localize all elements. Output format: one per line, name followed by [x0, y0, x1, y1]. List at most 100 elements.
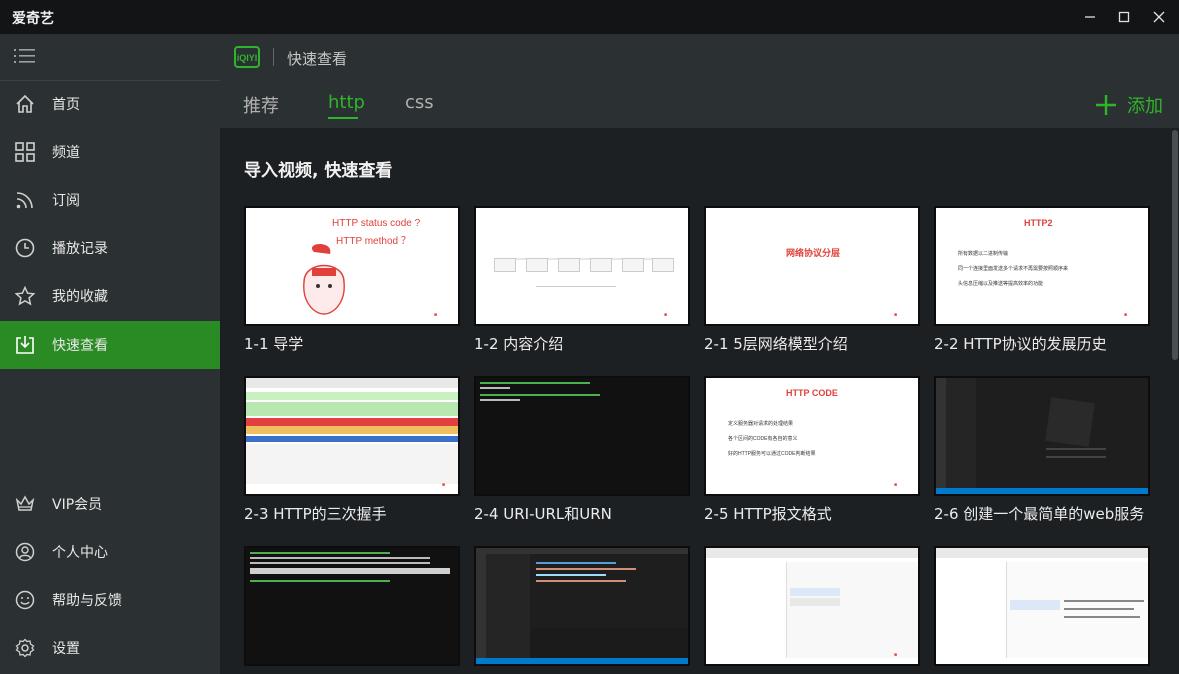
sidebar: 首页 频道 订阅 播放记录 我的收藏 快速查看 VIP会员 个人中心 帮助与反馈…: [0, 34, 220, 674]
hamburger-icon: [14, 49, 35, 63]
video-thumbnail: HTTP status code ? HTTP method ？ ■: [244, 206, 460, 326]
scrollbar-thumb[interactable]: [1172, 130, 1178, 360]
sidebar-item-label: 设置: [52, 641, 80, 657]
video-thumbnail: HTTP CODE 定义服务器对请求的处理结果 各个区间的CODE有各自的意义 …: [704, 376, 920, 496]
gear-icon: [14, 637, 36, 659]
video-title: 2-4 URI-URL和URN: [474, 505, 612, 523]
video-title: 1-2 内容介绍: [474, 335, 564, 353]
sidebar-item-label: 帮助与反馈: [52, 593, 122, 609]
title-bar: 爱奇艺: [0, 0, 1179, 34]
video-card[interactable]: ■ 2-3 HTTP的三次握手: [244, 376, 460, 524]
maximize-button[interactable]: [1107, 0, 1141, 34]
sidebar-item-help[interactable]: 帮助与反馈: [0, 576, 220, 624]
sidebar-item-label: 订阅: [52, 193, 80, 209]
logo-separator: [273, 48, 274, 66]
video-card[interactable]: [474, 546, 690, 673]
video-card[interactable]: 网络协议分层 ■ 2-1 5层网络模型介绍: [704, 206, 920, 354]
video-card[interactable]: HTTP CODE 定义服务器对请求的处理结果 各个区间的CODE有各自的意义 …: [704, 376, 920, 524]
video-card[interactable]: 2-4 URI-URL和URN: [474, 376, 690, 524]
video-title: 2-2 HTTP协议的发展历史: [934, 335, 1107, 353]
video-thumbnail: ■: [244, 376, 460, 496]
thumb-text: 好的HTTP服务可以通过CODE判断结果: [728, 451, 816, 457]
grid-icon: [14, 141, 36, 163]
video-thumbnail: [244, 546, 460, 666]
star-icon: [14, 285, 36, 307]
sidebar-item-label: 我的收藏: [52, 289, 108, 305]
menu-toggle-button[interactable]: [14, 47, 36, 69]
iqiyi-logo[interactable]: iQIYI: [234, 46, 260, 72]
sidebar-item-label: 频道: [52, 145, 80, 161]
thumb-text: 所有数据以二进制传输: [958, 251, 1009, 257]
sidebar-item-profile[interactable]: 个人中心: [0, 528, 220, 576]
minimize-icon: [1085, 16, 1095, 18]
active-tab-indicator: [328, 117, 358, 119]
video-thumbnail: ■: [704, 546, 920, 666]
rss-icon: [14, 189, 36, 211]
app-title: 爱奇艺: [12, 11, 54, 27]
video-card[interactable]: ■: [704, 546, 920, 673]
home-icon: [14, 93, 36, 115]
maximize-icon: [1118, 11, 1130, 23]
sidebar-item-label: 个人中心: [52, 545, 108, 561]
sidebar-item-history[interactable]: 播放记录: [0, 224, 220, 272]
download-icon: [14, 334, 36, 356]
video-thumbnail: [474, 376, 690, 496]
sidebar-item-quick-view[interactable]: 快速查看: [0, 321, 220, 369]
minimize-button[interactable]: [1073, 0, 1107, 34]
breadcrumb: 快速查看: [287, 50, 348, 68]
video-card[interactable]: HTTP2 所有数据以二进制传输 同一个连接里面发送多个请求不再需要按照顺序来 …: [934, 206, 1150, 354]
sidebar-item-label: VIP会员: [52, 497, 103, 513]
sidebar-item-home[interactable]: 首页: [0, 80, 220, 128]
close-button[interactable]: [1142, 0, 1176, 34]
user-icon: [14, 541, 36, 563]
video-card[interactable]: ■ 1-2 内容介绍: [474, 206, 690, 354]
add-button[interactable]: 添加: [1095, 92, 1163, 118]
tab-css[interactable]: css: [405, 92, 434, 113]
sidebar-item-label: 快速查看: [52, 338, 108, 354]
video-title: 2-6 创建一个最简单的web服务: [934, 505, 1145, 523]
sidebar-item-favorites[interactable]: 我的收藏: [0, 272, 220, 320]
video-thumbnail: [474, 546, 690, 666]
thumb-text: 同一个连接里面发送多个请求不再需要按照顺序来: [958, 266, 1069, 272]
video-card[interactable]: HTTP status code ? HTTP method ？ ■ 1-1 导…: [244, 206, 460, 354]
sidebar-item-channels[interactable]: 频道: [0, 128, 220, 176]
video-thumbnail: [934, 376, 1150, 496]
thumb-text: HTTP status code ?: [332, 218, 421, 229]
video-title: 2-5 HTTP报文格式: [704, 505, 832, 523]
content-area: 导入视频, 快速查看 HTTP status code ? HTTP metho…: [220, 128, 1171, 674]
tab-http[interactable]: http: [328, 92, 365, 113]
close-icon: [1153, 11, 1165, 23]
video-card[interactable]: [244, 546, 460, 673]
clock-icon: [14, 237, 36, 259]
thumb-text: 头信息压缩以及推送等提高效率的功能: [958, 281, 1044, 287]
thumb-text: 各个区间的CODE有各自的意义: [728, 436, 798, 442]
sidebar-item-label: 首页: [52, 97, 80, 113]
video-thumbnail: ■: [474, 206, 690, 326]
iqiyi-logo-icon: iQIYI: [234, 46, 260, 68]
sidebar-item-vip[interactable]: VIP会员: [0, 480, 220, 528]
video-thumbnail: [934, 546, 1150, 666]
sidebar-item-settings[interactable]: 设置: [0, 624, 220, 672]
video-title: 1-1 导学: [244, 335, 304, 353]
tab-bar: 推荐 http css: [220, 80, 1179, 128]
sidebar-item-subscriptions[interactable]: 订阅: [0, 176, 220, 224]
crown-icon: [14, 493, 36, 515]
mascot-illustration: [303, 244, 345, 315]
add-button-label: 添加: [1127, 96, 1163, 117]
content-scrollbar[interactable]: [1171, 128, 1179, 674]
thumb-text: 定义服务器对请求的处理结果: [728, 421, 794, 427]
video-title: 2-3 HTTP的三次握手: [244, 505, 387, 523]
thumb-text: HTTP CODE: [786, 388, 838, 398]
video-thumbnail: HTTP2 所有数据以二进制传输 同一个连接里面发送多个请求不再需要按照顺序来 …: [934, 206, 1150, 326]
top-header: iQIYI 快速查看: [220, 34, 1179, 80]
video-card[interactable]: [934, 546, 1150, 673]
video-title: 2-1 5层网络模型介绍: [704, 335, 848, 353]
video-thumbnail: 网络协议分层 ■: [704, 206, 920, 326]
smile-icon: [14, 589, 36, 611]
section-title: 导入视频, 快速查看: [244, 161, 393, 181]
thumb-text: 网络协议分层: [786, 248, 841, 258]
tab-recommended[interactable]: 推荐: [243, 92, 279, 118]
video-card[interactable]: 2-6 创建一个最简单的web服务: [934, 376, 1150, 524]
sidebar-item-label: 播放记录: [52, 241, 108, 257]
plus-icon: [1096, 95, 1116, 115]
